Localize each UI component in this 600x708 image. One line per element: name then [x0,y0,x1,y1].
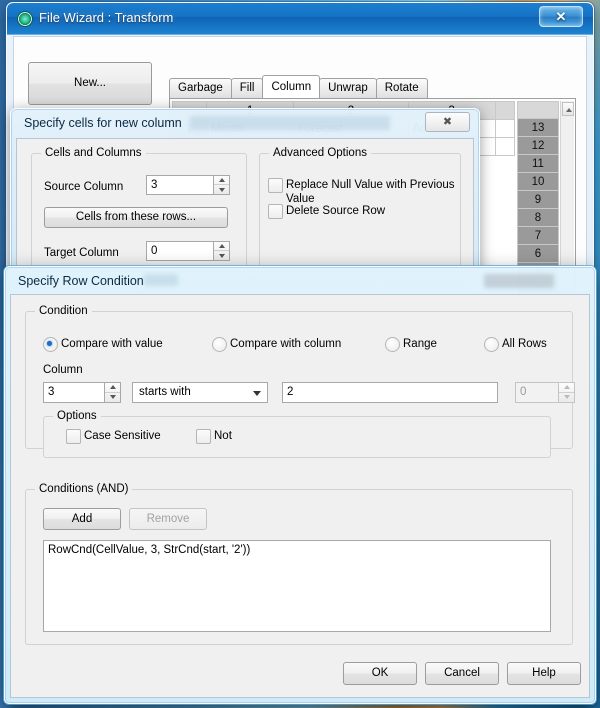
radio-compare-with-value[interactable]: Compare with value [43,337,163,352]
conditions-and-group: Conditions (AND) Add Remove RowCnd(CellV… [25,483,573,645]
right-num: 8 [517,209,559,227]
condition-column-input[interactable]: 3 [43,382,105,403]
ok-button[interactable]: OK [343,662,417,685]
tab-column[interactable]: Column [262,75,321,98]
conditions-listbox[interactable]: RowCnd(CellValue, 3, StrCnd(start, '2')) [43,540,551,632]
tab-unwrap[interactable]: Unwrap [319,78,377,98]
right-num: 10 [517,173,559,191]
app-icon [17,11,33,27]
help-button[interactable]: Help [507,662,581,685]
cell-r1c4[interactable] [494,119,516,138]
source-column-stepper[interactable] [214,175,230,195]
right-num: 11 [517,155,559,173]
cell-r2c4[interactable] [494,137,516,156]
radio-all-rows[interactable]: All Rows [484,337,547,352]
add-condition-button[interactable]: Add [43,508,121,530]
stepper-up-icon[interactable] [105,383,120,393]
specify-cells-close-button[interactable]: ✖ [425,112,470,132]
right-num: 9 [517,191,559,209]
right-num: 12 [517,137,559,155]
case-sensitive-checkbox[interactable]: Case Sensitive [66,429,161,444]
stepper-up-icon[interactable] [214,176,229,185]
delete-source-row-checkbox[interactable]: Delete Source Row [268,204,385,219]
specify-row-condition-title: Specify Row Condition [18,274,144,288]
grid-col-4[interactable] [494,101,516,120]
transform-tabs: Garbage Fill Column Unwrap Rotate [169,75,428,98]
right-num: 13 [517,119,559,137]
source-column-label: Source Column [44,181,124,193]
main-window-close-button[interactable]: ✕ [539,6,583,27]
stepper-down-icon[interactable] [105,393,120,403]
cells-and-columns-legend: Cells and Columns [41,147,146,159]
cells-and-columns-group: Cells and Columns Source Column 3 Cells … [31,147,247,273]
target-column-label: Target Column [44,247,119,259]
condition-legend: Condition [35,305,92,317]
condition-column-stepper[interactable] [105,382,121,403]
stepper-up-icon [559,383,574,393]
specify-row-condition-body: Condition Compare with value Compare wit… [10,294,590,698]
options-group: Options Case Sensitive Not [43,410,551,458]
title-blur-artifact [190,116,390,130]
advanced-options-legend: Advanced Options [269,147,371,159]
cancel-button[interactable]: Cancel [425,662,499,685]
advanced-options-group: Advanced Options Replace Null Value with… [259,147,461,273]
cells-from-these-rows-button[interactable]: Cells from these rows... [44,207,228,228]
stepper-up-icon[interactable] [214,242,229,251]
replace-null-value-checkbox[interactable]: Replace Null Value with Previous Value [268,178,460,206]
main-window-title: File Wizard : Transform [39,10,174,25]
stepper-down-icon[interactable] [214,185,229,194]
tab-garbage[interactable]: Garbage [169,78,232,98]
tab-fill[interactable]: Fill [230,78,264,98]
condition-expression-item[interactable]: RowCnd(CellValue, 3, StrCnd(start, '2')) [48,544,546,556]
scroll-up-icon[interactable] [562,102,574,116]
source-column-input[interactable]: 3 [146,175,214,195]
compare-value-input[interactable]: 2 [282,382,498,403]
tab-rotate[interactable]: Rotate [375,78,428,98]
title-blur-artifact [484,274,554,288]
right-num: 6 [517,245,559,263]
title-blur-artifact [144,274,178,286]
stepper-down-icon [559,393,574,403]
new-button[interactable]: New... [28,62,152,105]
specify-cells-dialog-title: Specify cells for new column [24,116,182,130]
radio-range[interactable]: Range [385,337,437,352]
specify-cells-dialog: Specify cells for new column ✖ Cells and… [10,108,480,278]
not-checkbox[interactable]: Not [196,429,232,444]
main-window-titlebar: File Wizard : Transform ✕ [7,3,593,35]
right-num: 7 [517,227,559,245]
conditions-and-legend: Conditions (AND) [35,483,133,495]
operator-dropdown[interactable]: starts with [132,382,268,403]
second-value-stepper [559,382,575,403]
remove-condition-button: Remove [129,508,207,530]
stepper-down-icon[interactable] [214,251,229,260]
options-legend: Options [53,410,101,422]
grid-right-column-header [517,101,559,119]
radio-compare-with-column[interactable]: Compare with column [212,337,341,352]
specify-row-condition-dialog: Specify Row Condition Condition Compare … [4,266,596,704]
column-label: Column [43,364,83,376]
condition-group: Condition Compare with value Compare wit… [25,305,575,458]
specify-cells-dialog-body: Cells and Columns Source Column 3 Cells … [16,138,474,273]
target-column-input[interactable]: 0 [146,241,214,261]
target-column-stepper[interactable] [214,241,230,261]
screen-root: File Wizard : Transform ✕ New... Garbage… [0,0,600,708]
second-value-input: 0 [515,382,559,403]
